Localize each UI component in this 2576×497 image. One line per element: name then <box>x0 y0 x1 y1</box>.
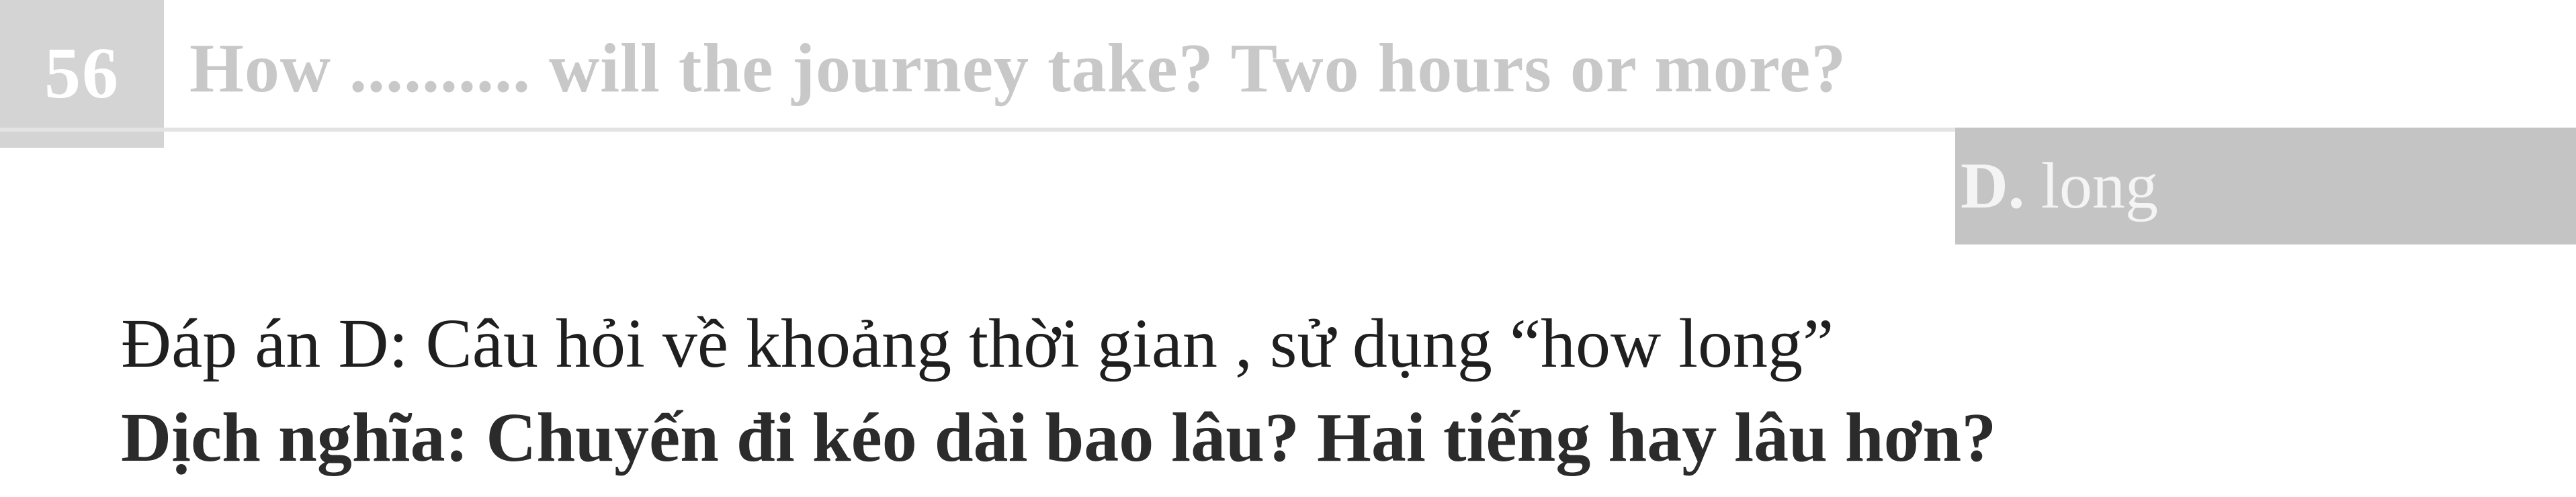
answer-option-text: long <box>2041 150 2159 222</box>
answer-explanation: Đáp án D: Câu hỏi về khoảng thời gian , … <box>121 305 1834 382</box>
question-text: How .......... will the journey take? Tw… <box>189 30 1847 107</box>
question-divider <box>0 128 1955 132</box>
question-number: 56 <box>0 0 164 148</box>
answer-option-letter: D. <box>1961 150 2041 222</box>
translation: Dịch nghĩa: Chuyến đi kéo dài bao lâu? H… <box>121 399 1997 476</box>
answer-option-d: D. long <box>1961 136 2158 236</box>
